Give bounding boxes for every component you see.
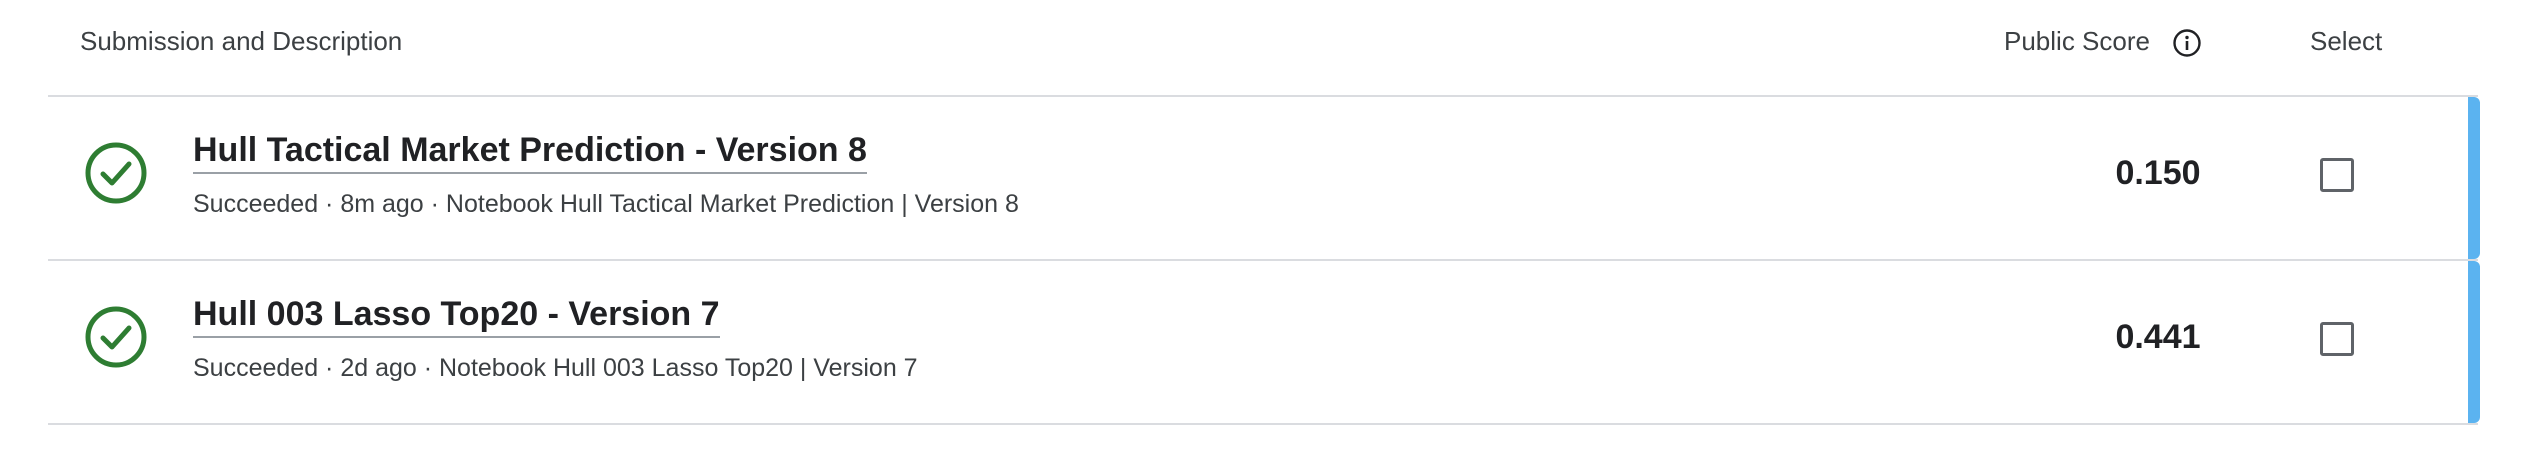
select-checkbox[interactable] <box>2320 158 2354 192</box>
submission-title-link[interactable]: Hull 003 Lasso Top20 - Version 7 <box>193 295 720 338</box>
check-circle-icon <box>84 141 148 205</box>
table-row: Hull 003 Lasso Top20 - Version 7 Succeed… <box>48 261 2480 425</box>
public-score-value: 0.150 <box>2115 154 2201 192</box>
public-score-value: 0.441 <box>2115 318 2201 356</box>
submission-title-link[interactable]: Hull Tactical Market Prediction - Versio… <box>193 131 867 174</box>
table-header: Submission and Description Public Score … <box>0 0 2528 95</box>
select-column-header: Select <box>2310 26 2383 56</box>
check-circle-icon <box>84 305 148 369</box>
submission-column-header: Submission and Description <box>80 26 403 56</box>
row-accent-bar <box>2468 97 2480 259</box>
submission-meta: Succeeded · 8m ago · Notebook Hull Tacti… <box>193 190 1019 218</box>
table-row: Hull Tactical Market Prediction - Versio… <box>48 97 2480 261</box>
public-score-label: Public Score <box>2004 26 2150 56</box>
row-accent-bar <box>2468 261 2480 423</box>
submission-meta: Succeeded · 2d ago · Notebook Hull 003 L… <box>193 354 918 382</box>
public-score-column-header: Public Score <box>2004 26 2202 57</box>
select-checkbox[interactable] <box>2320 322 2354 356</box>
info-icon[interactable] <box>2172 28 2202 58</box>
